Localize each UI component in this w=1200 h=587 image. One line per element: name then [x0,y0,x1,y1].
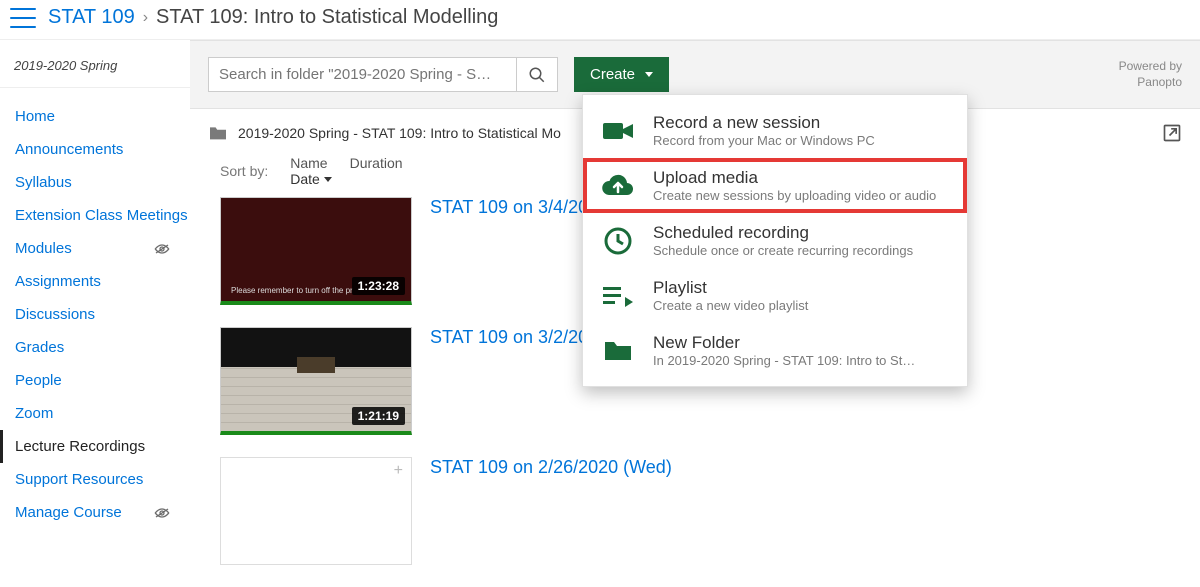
nav-link[interactable]: Modules [15,240,72,257]
create-label: Create [590,66,635,83]
video-title-link[interactable]: STAT 109 on 2/26/2020 (Wed) [430,457,672,565]
create-menu-item[interactable]: PlaylistCreate a new video playlist [583,268,967,323]
powered-by: Powered by Panopto [1119,59,1182,90]
video-thumbnail[interactable] [220,457,412,565]
nav-link[interactable]: Zoom [15,405,53,422]
nav-item[interactable]: Modules [0,232,190,265]
video-row: STAT 109 on 2/26/2020 (Wed) [220,457,1170,565]
sort-option[interactable]: Duration [350,155,403,171]
clock-icon [601,226,635,256]
menu-item-subtitle: Record from your Mac or Windows PC [653,133,875,148]
nav-item[interactable]: People [0,364,190,397]
create-menu-item[interactable]: New FolderIn 2019-2020 Spring - STAT 109… [583,323,967,378]
folder-icon [601,336,635,366]
nav-link[interactable]: Home [15,108,55,125]
search-box [208,57,558,92]
course-nav: Home Announcements Syllabus Extension Class… [0,88,190,541]
nav-item[interactable]: Grades [0,331,190,364]
menu-item-title: Record a new session [653,113,875,133]
menu-item-title: Upload media [653,168,936,188]
create-menu-item[interactable]: Record a new sessionRecord from your Mac… [583,103,967,158]
nav-link[interactable]: Syllabus [15,174,72,191]
create-button[interactable]: Create [574,57,669,92]
video-thumbnail[interactable]: Please remember to turn off the pr1:23:2… [220,197,412,305]
nav-link[interactable]: Announcements [15,141,123,158]
menu-item-subtitle: Schedule once or create recurring record… [653,243,913,258]
nav-link[interactable]: Assignments [15,273,101,290]
video-thumbnail[interactable]: 1:21:19 [220,327,412,435]
folder-icon [208,125,228,141]
playlist-icon [601,281,635,311]
open-external-icon[interactable] [1162,123,1182,143]
nav-link[interactable]: Extension Class Meetings [15,207,188,224]
nav-item[interactable]: Assignments [0,265,190,298]
video-duration: 1:21:19 [352,407,405,425]
create-dropdown: Record a new sessionRecord from your Mac… [582,94,968,387]
nav-item[interactable]: Home [0,100,190,133]
menu-item-title: New Folder [653,333,915,353]
nav-item[interactable]: Lecture Recordings [0,430,190,463]
breadcrumb-title: STAT 109: Intro to Statistical Modelling [156,6,498,29]
nav-item[interactable]: Announcements [0,133,190,166]
breadcrumb-separator: › [143,9,148,27]
search-button[interactable] [516,57,558,92]
nav-link[interactable]: Support Resources [15,471,143,488]
nav-item[interactable]: Extension Class Meetings [0,199,190,232]
sort-option[interactable]: Name [290,155,327,171]
nav-link[interactable]: Grades [15,339,64,356]
upload-icon [601,171,635,201]
breadcrumb-course-link[interactable]: STAT 109 [48,6,135,29]
folder-title: 2019-2020 Spring - STAT 109: Intro to St… [238,125,561,141]
video-title-link[interactable]: STAT 109 on 3/2/20 [430,327,588,435]
breadcrumb: STAT 109 › STAT 109: Intro to Statistica… [48,6,498,29]
sort-label: Sort by: [220,163,268,179]
nav-item[interactable]: Manage Course [0,496,190,529]
nav-link[interactable]: Manage Course [15,504,122,521]
menu-item-subtitle: Create new sessions by uploading video o… [653,188,936,203]
caret-down-icon [324,177,332,182]
menu-item-title: Scheduled recording [653,223,913,243]
term-label: 2019-2020 Spring [0,50,190,88]
nav-link[interactable]: Lecture Recordings [15,438,145,455]
nav-item[interactable]: Zoom [0,397,190,430]
video-title-link[interactable]: STAT 109 on 3/4/20 [430,197,588,305]
search-icon [528,66,546,84]
chevron-down-icon [645,72,653,77]
create-menu-item[interactable]: Upload mediaCreate new sessions by uploa… [583,158,967,213]
thumb-caption: Please remember to turn off the pr [231,286,353,295]
camera-icon [601,116,635,146]
menu-item-subtitle: Create a new video playlist [653,298,808,313]
create-menu-item[interactable]: Scheduled recordingSchedule once or crea… [583,213,967,268]
menu-toggle[interactable] [10,8,36,28]
nav-link[interactable]: People [15,372,62,389]
menu-item-subtitle: In 2019-2020 Spring - STAT 109: Intro to… [653,353,915,368]
nav-item[interactable]: Discussions [0,298,190,331]
menu-item-title: Playlist [653,278,808,298]
hidden-icon [154,243,170,255]
nav-item[interactable]: Support Resources [0,463,190,496]
video-duration: 1:23:28 [352,277,405,295]
nav-link[interactable]: Discussions [15,306,95,323]
nav-item[interactable]: Syllabus [0,166,190,199]
sort-option[interactable]: Date [290,171,402,187]
hidden-icon [154,507,170,519]
search-input[interactable] [208,57,516,92]
